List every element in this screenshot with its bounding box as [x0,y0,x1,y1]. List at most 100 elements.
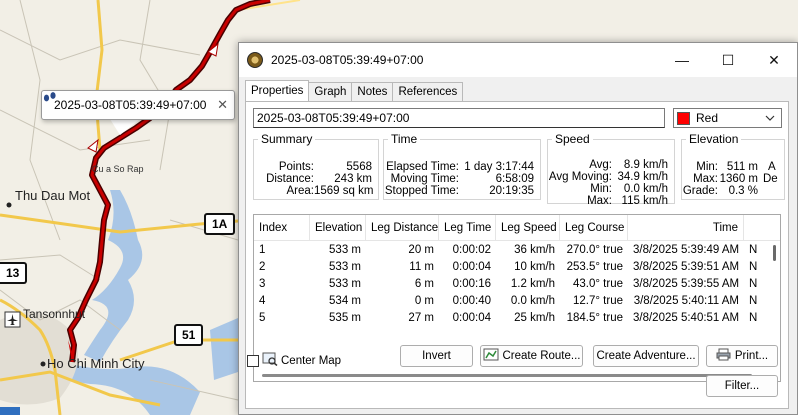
speed-max-value: 115 km/h [621,195,668,207]
title-bar[interactable]: 2025-03-08T05:39:49+07:00 — ☐ ✕ [239,43,797,77]
create-adventure-button[interactable]: Create Adventure... [593,345,699,367]
cell-leg-time: 0:00:04 [452,261,491,273]
cell-leg-distance: 27 m [408,312,434,324]
table-row[interactable]: 4 534 m 0 m 0:00:40 0.0 km/h 12.7° true 3/8/20… [254,293,780,310]
cell-time: 3/8/2025 5:40:51 AM [633,312,740,324]
column-header-leg-course[interactable]: Leg Course [560,215,628,240]
cell-time: 3/8/2025 5:39:51 AM [633,261,740,273]
cell-index: 4 [259,295,266,307]
summary-area-value: 1569 sq km [314,185,374,197]
color-swatch [677,111,690,125]
elevation-min-value: 511 m [726,161,758,173]
close-button[interactable]: ✕ [751,43,797,77]
elevation-max-label: Max: [693,173,718,185]
table-header: Index Elevation Leg Distance Leg Time Le… [254,215,780,241]
tab-notes[interactable]: Notes [351,82,394,102]
chevron-down-icon [765,113,781,124]
elapsed-time-value: 1 day 3:17:44 [464,161,534,173]
place-label: Cu a So Rap [92,164,144,174]
cell-leg-speed: 0.0 km/h [510,295,555,307]
column-header-elevation[interactable]: Elevation [310,215,366,240]
cell-leg-speed: 10 km/h [514,261,555,273]
place-label: Ho Chi Minh City [47,356,145,371]
summary-group: Summary Points: 5568 Distance: 243 km Ar… [253,132,379,200]
callout-text: 2025-03-08T05:39:49+07:00 [54,98,207,112]
cell-leg-speed: 1.2 km/h [510,278,555,290]
highway-shield: 13 [0,262,28,284]
tab-references[interactable]: References [392,82,464,102]
color-select[interactable]: Red [673,108,782,128]
callout-tail [110,119,140,135]
maximize-button[interactable]: ☐ [705,43,751,77]
track-direction-arrow [87,138,99,153]
place-label: Thu Dau Mot [15,188,91,203]
minimize-button[interactable]: — [659,43,705,77]
elevation-grade-label: Grade: [682,185,718,197]
cell-index: 2 [259,261,266,273]
stopped-time-value: 20:19:35 [489,185,534,197]
cell-leg-course: 12.7° true [573,295,623,307]
map-callout[interactable]: 2025-03-08T05:39:49+07:00 ✕ [41,90,235,120]
cell-index: 1 [259,244,266,256]
cell-leg-speed: 36 km/h [514,244,555,256]
speed-avg-moving-label: Avg Moving: [548,171,612,183]
cell-elevation: 533 m [329,244,361,256]
speed-min-value: 0.0 km/h [623,183,668,195]
center-map-checkbox[interactable]: Center Map [247,352,341,369]
map-marker [0,407,20,415]
column-header-leg-distance[interactable]: Leg Distance [366,215,439,240]
cell-leg-course: 43.0° true [573,278,623,290]
filter-button[interactable]: Filter... [706,375,778,397]
place-dot [40,361,46,367]
table-row[interactable]: 5 535 m 27 m 0:00:04 25 km/h 184.5° true 3/8/2… [254,310,780,327]
speed-legend: Speed [555,132,590,146]
speed-group: Speed Avg: 8.9 km/h Avg Moving: 34.9 km/… [547,132,675,207]
checkbox-box[interactable] [247,354,259,367]
track-name-input[interactable]: 2025-03-08T05:39:49+07:00 [253,108,665,128]
column-header-extra[interactable] [744,215,774,240]
elevation-grade-value: 0.3 % [728,185,758,197]
moving-time-label: Moving Time: [390,173,459,185]
callout-close-icon[interactable]: ✕ [217,97,228,113]
printer-icon [716,348,731,364]
column-header-leg-time[interactable]: Leg Time [439,215,496,240]
summary-distance-value: 243 km [334,173,372,185]
cell-leg-course: 253.5° true [566,261,623,273]
horizontal-scrollbar[interactable] [254,369,780,381]
elevation-min-label: Min: [696,161,718,173]
table-row[interactable]: 1 533 m 20 m 0:00:02 36 km/h 270.0° true 3/8/2… [254,242,780,259]
route-icon [483,348,499,364]
moving-time-value: 6:58:09 [495,173,534,185]
invert-button[interactable]: Invert [400,345,473,367]
cell-elevation: 533 m [329,261,361,273]
cell-elevation: 533 m [329,278,361,290]
place-label: Tansonnhut [23,307,86,321]
cell-leg-speed: 25 km/h [514,312,555,324]
column-header-time[interactable]: Time [628,215,744,240]
tab-properties[interactable]: Properties [245,80,310,102]
elevation-group: Elevation Min: 511 m A Max: 1360 m De Gr… [681,132,785,200]
table-row[interactable]: 3 533 m 6 m 0:00:16 1.2 km/h 43.0° true 3/8/20… [254,276,780,293]
speed-avg-label: Avg: [589,159,612,171]
place-dot [6,202,12,208]
cell-leg-distance: 20 m [408,244,434,256]
column-header-index[interactable]: Index [254,215,310,240]
center-map-icon [262,352,278,369]
column-header-leg-speed[interactable]: Leg Speed [496,215,560,240]
table-row[interactable]: 2 533 m 11 m 0:00:04 10 km/h 253.5° true 3/8/2… [254,259,780,276]
cell-leg-time: 0:00:40 [452,295,491,307]
tab-graph[interactable]: Graph [308,82,353,102]
create-route-label: Create Route... [502,350,581,362]
cell-elevation: 534 m [329,295,361,307]
summary-distance-label: Distance: [266,173,314,185]
color-label: Red [696,111,719,125]
elevation-max-value: 1360 m [719,173,758,185]
stopped-time-label: Stopped Time: [384,185,459,197]
summary-area-label: Area: [286,185,315,197]
highway-shield: 1A [204,213,236,235]
print-button[interactable]: Print... [706,345,778,367]
cell-leg-distance: 6 m [414,278,434,290]
cell-index: 3 [259,278,266,290]
elevation-legend: Elevation [689,132,739,146]
create-route-button[interactable]: Create Route... [480,345,583,367]
